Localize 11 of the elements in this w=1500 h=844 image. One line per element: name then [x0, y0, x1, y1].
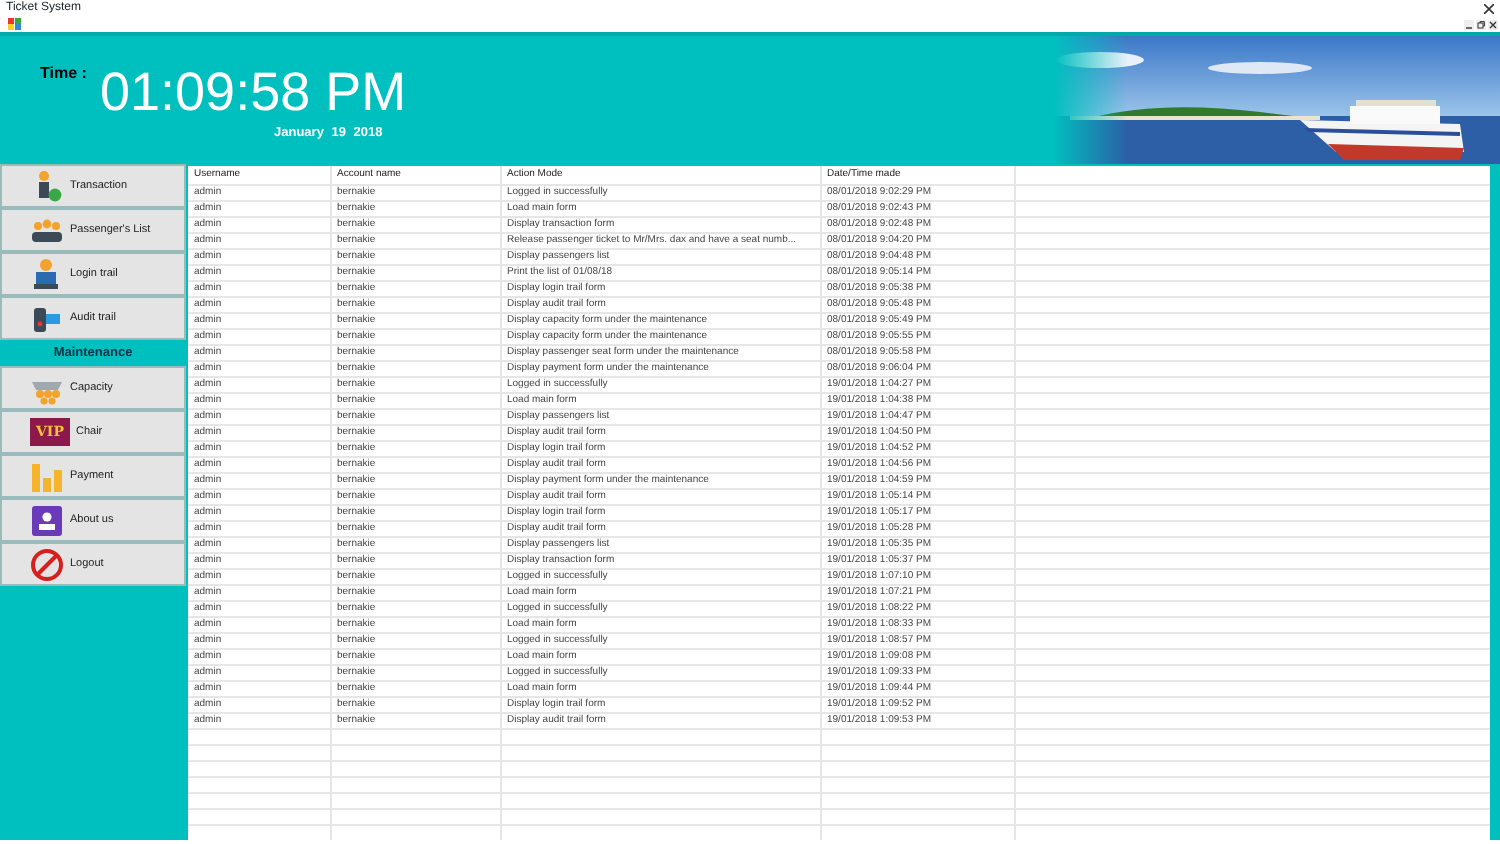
no-entry-icon	[30, 547, 64, 581]
minimize-icon[interactable]	[1464, 20, 1474, 30]
restore-icon[interactable]	[1476, 20, 1486, 30]
close-icon[interactable]	[1488, 20, 1498, 30]
bar-chart-icon	[30, 459, 64, 493]
person-laptop-icon	[30, 257, 64, 291]
clock-time: 01:09:58 PM	[100, 66, 407, 120]
clock-label: Time :	[40, 62, 87, 86]
app-icon	[8, 18, 22, 30]
person-card-icon	[30, 503, 64, 537]
close-icon[interactable]	[1484, 4, 1494, 14]
